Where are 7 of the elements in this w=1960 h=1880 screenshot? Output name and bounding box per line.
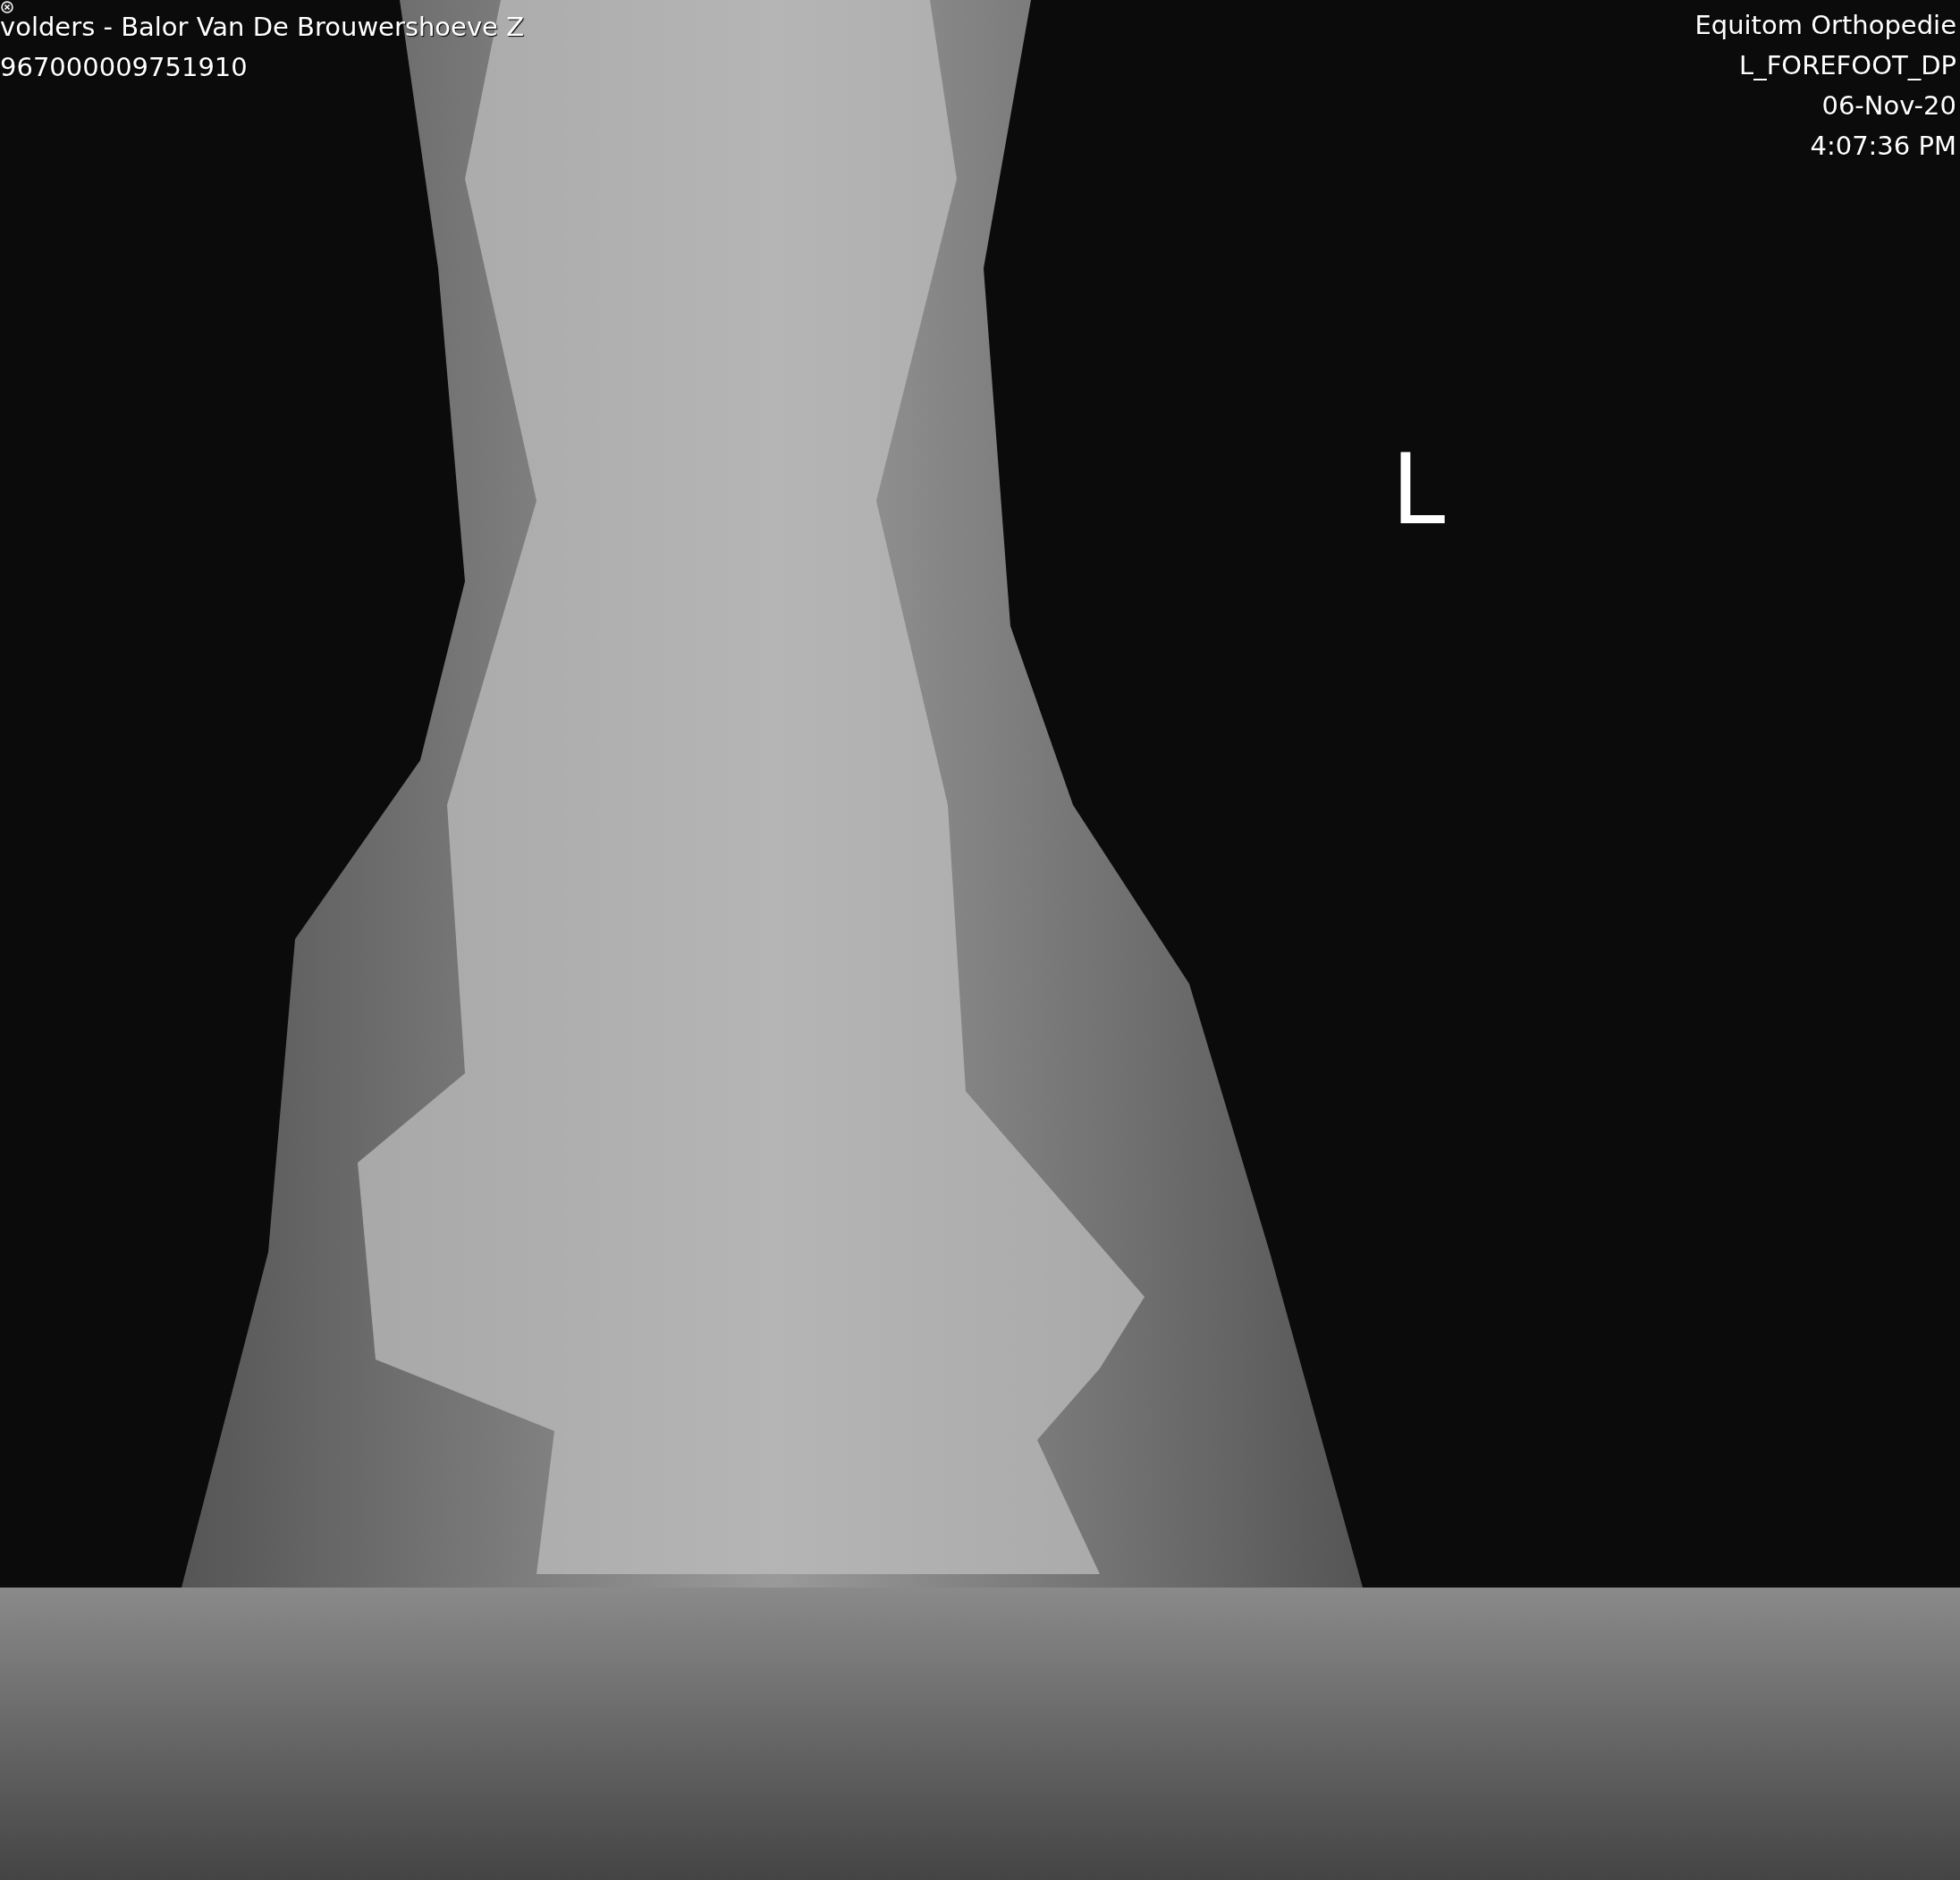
side-marker: L (1391, 436, 1446, 544)
patient-info-text: 967000009751910 (0, 51, 249, 84)
study-info-text: Equitom Orthopedie (1694, 9, 1956, 42)
study-info-text: 4:07:36 PM (1810, 130, 1956, 163)
close-circle-icon[interactable] (1, 1, 13, 13)
study-info-text: L_FOREFOOT_DP (1739, 49, 1956, 82)
study-info-text: 06-Nov-20 (1821, 89, 1956, 123)
